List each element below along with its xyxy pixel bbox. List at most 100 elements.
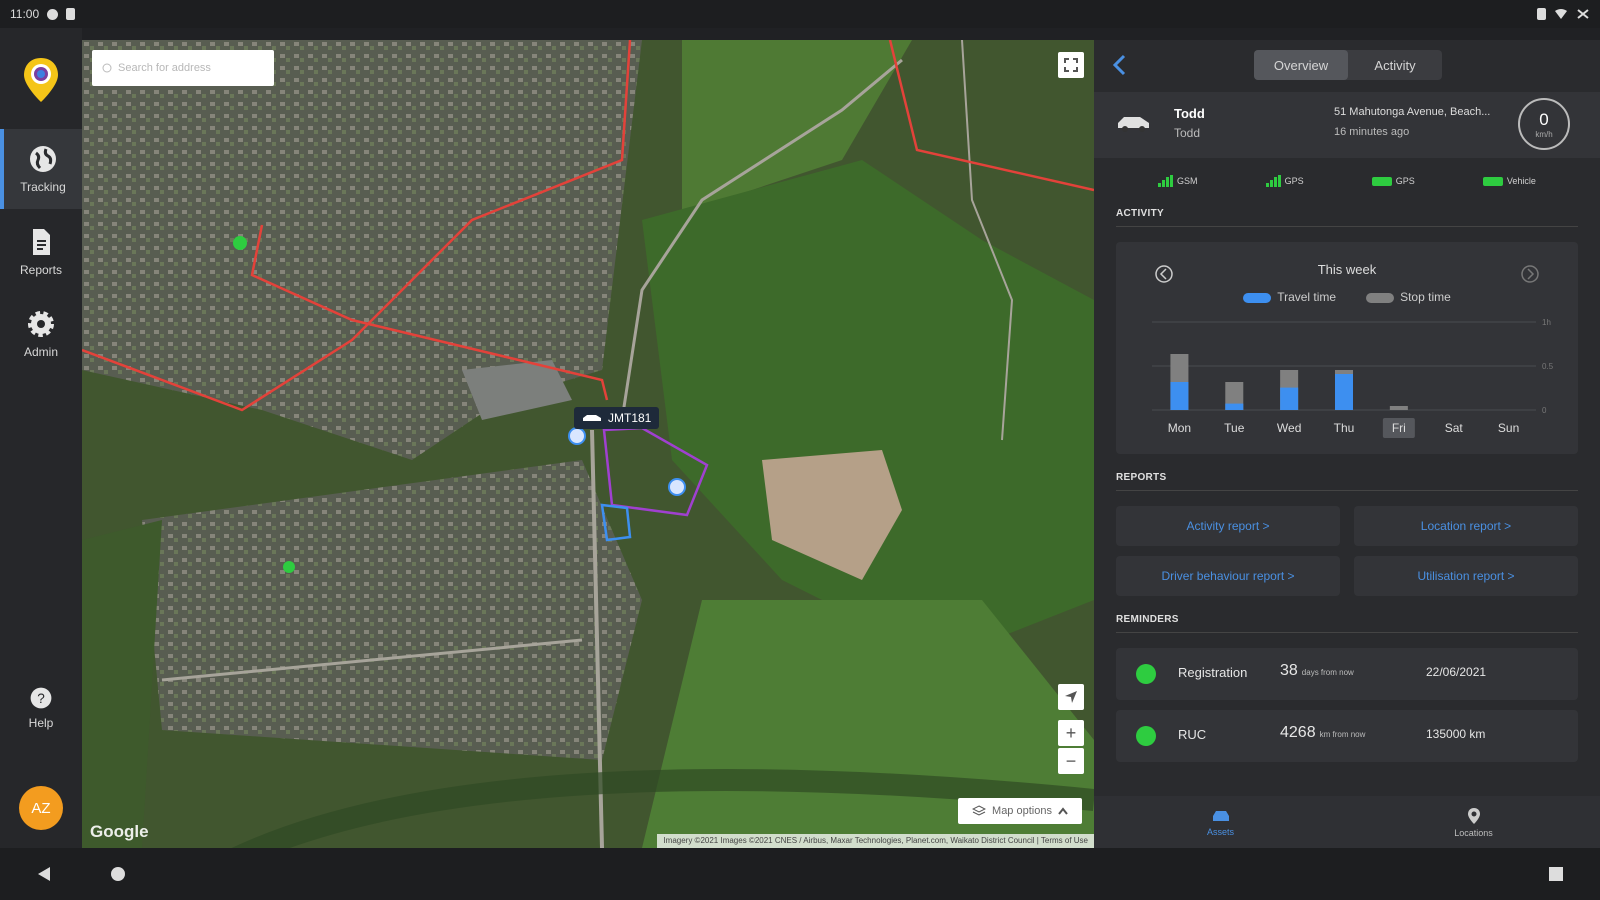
tab-assets-label: Assets <box>1206 826 1234 837</box>
back-button[interactable] <box>1112 52 1126 83</box>
location-pin-icon <box>1467 807 1480 824</box>
rail-item-reports[interactable]: Reports <box>0 212 82 292</box>
activity-report-button[interactable]: Activity report > <box>1116 506 1340 546</box>
next-week-icon[interactable] <box>1520 264 1540 284</box>
search-icon <box>102 63 112 73</box>
chart-x-tick[interactable]: Sun <box>1498 421 1519 435</box>
navigation-arrow-icon <box>1065 691 1077 703</box>
chart-x-tick[interactable]: Mon <box>1168 421 1191 435</box>
overview-activity-toggle: Overview Activity <box>1254 50 1442 80</box>
my-location-button[interactable] <box>1058 684 1084 710</box>
vehicle-summary[interactable]: Todd Todd 51 Mahutonga Avenue, Beach... … <box>1094 92 1600 158</box>
reminder-due: 22/06/2021 <box>1426 665 1487 679</box>
vehicle-name: Todd <box>1174 106 1205 121</box>
chart-x-tick[interactable]: Sat <box>1445 421 1464 435</box>
vehicle-icon <box>1118 117 1149 132</box>
map-attribution[interactable]: Imagery ©2021 Images ©2021 CNES / Airbus… <box>657 834 1094 848</box>
tab-activity[interactable]: Activity <box>1348 50 1442 80</box>
check-circle-icon <box>1136 664 1156 684</box>
speed-gauge: 0 km/h <box>1518 98 1570 150</box>
battery-vehicle: Vehicle <box>1482 176 1536 186</box>
tab-locations[interactable]: Locations <box>1347 796 1600 848</box>
map-options-button[interactable]: Map options <box>958 798 1082 824</box>
zoom-out-button[interactable]: − <box>1058 748 1084 774</box>
reminder-amount-value: 4268 <box>1280 724 1316 741</box>
utilisation-report-button[interactable]: Utilisation report > <box>1354 556 1578 596</box>
weekly-activity-card: This week Travel time Stop time 1h 0.5 0 Mo… <box>1116 242 1578 454</box>
rail-label-admin: Admin <box>23 345 58 359</box>
chart-bar-travel <box>1225 403 1244 410</box>
user-avatar[interactable]: AZ <box>19 786 63 830</box>
battery-gps-label: GPS <box>1395 176 1415 186</box>
tab-locations-label: Locations <box>1454 827 1493 838</box>
vehicle-map-label: JMT181 <box>608 411 652 425</box>
battery-gps: GPS <box>1371 176 1415 186</box>
activity-section-title: ACTIVITY <box>1116 208 1164 219</box>
chart-bar-travel <box>1280 387 1299 410</box>
wifi-icon <box>1555 9 1567 19</box>
globe-icon <box>30 146 56 172</box>
chart-x-tick[interactable]: Fri <box>1392 421 1406 435</box>
location-report-button[interactable]: Location report > <box>1354 506 1578 546</box>
reminder-due: 135000 km <box>1426 727 1486 741</box>
chart-y-tick: 0 <box>1542 406 1547 415</box>
vehicle-address: 51 Mahutonga Avenue, Beach... <box>1334 106 1491 118</box>
document-icon <box>33 229 50 255</box>
chart-x-tick[interactable]: Thu <box>1334 421 1355 435</box>
zoom-in-button[interactable]: + <box>1058 720 1084 746</box>
reminder-amount-value: 38 <box>1280 662 1298 679</box>
reminder-ruc[interactable]: RUC 4268 km from now 135000 km <box>1116 710 1578 762</box>
back-nav-icon[interactable] <box>36 866 52 882</box>
weekly-activity-chart: 1h 0.5 0 Mon Tue Wed Thu Fri Sat Sun <box>1152 318 1554 438</box>
speed-unit: km/h <box>1535 129 1553 139</box>
week-title: This week <box>1317 262 1377 277</box>
speed-value: 0 <box>1539 109 1549 129</box>
tab-overview[interactable]: Overview <box>1254 50 1348 80</box>
chart-legend: Travel time Stop time <box>1116 290 1578 304</box>
battery-vehicle-label: Vehicle <box>1506 176 1536 186</box>
help-icon: ? <box>30 687 52 709</box>
fullscreen-button[interactable] <box>1058 52 1084 78</box>
reminder-amount: 4268 km from now <box>1280 724 1365 742</box>
map-options-label: Map options <box>992 805 1052 817</box>
navigation-rail: Tracking Reports Admin ? Help AZ <box>0 28 82 848</box>
reminder-registration[interactable]: Registration 38 days from now 22/06/2021 <box>1116 648 1578 700</box>
chart-x-tick[interactable]: Tue <box>1224 421 1245 435</box>
signal-gsm-label: GSM <box>1177 176 1198 186</box>
device-signals: GSM GPS GPS Vehicle <box>1094 166 1600 196</box>
check-circle-icon <box>1136 726 1156 746</box>
status-bar: 11:00 <box>0 0 1600 28</box>
rail-label-tracking: Tracking <box>20 180 66 194</box>
divider <box>1116 226 1578 227</box>
rail-item-tracking[interactable]: Tracking <box>0 129 82 209</box>
home-nav-icon[interactable] <box>110 866 126 882</box>
divider <box>1116 632 1578 633</box>
legend-stop-label: Stop time <box>1400 290 1451 304</box>
satellite-map-imagery <box>82 40 1094 848</box>
signal-off-icon <box>1577 9 1589 19</box>
vehicle-map-marker[interactable]: JMT181 <box>574 407 660 429</box>
driver-behaviour-report-button[interactable]: Driver behaviour report > <box>1116 556 1340 596</box>
status-time: 11:00 <box>10 7 40 21</box>
car-icon <box>1212 810 1229 821</box>
battery-icon <box>1482 176 1503 186</box>
address-search-input[interactable]: Search for address <box>92 50 274 86</box>
chart-y-tick: 1h <box>1542 318 1551 327</box>
chevron-up-icon <box>1058 807 1068 815</box>
tab-assets[interactable]: Assets <box>1094 796 1347 848</box>
rail-label-help: Help <box>28 716 54 730</box>
map-view[interactable]: Search for address JMT181 + − Map option… <box>82 40 1094 848</box>
legend-swatch-travel <box>1243 292 1272 303</box>
signal-bars-icon <box>1158 175 1174 187</box>
chart-y-tick: 0.5 <box>1542 362 1554 371</box>
sim-icon <box>66 8 76 20</box>
legend-swatch-stop <box>1366 292 1395 303</box>
panel-header: Overview Activity <box>1094 40 1600 92</box>
chart-x-tick[interactable]: Wed <box>1277 421 1301 435</box>
rail-item-help[interactable]: ? Help <box>0 668 82 748</box>
divider <box>1116 490 1578 491</box>
recents-nav-icon[interactable] <box>1548 866 1564 882</box>
notification-icon <box>47 8 59 20</box>
rail-item-admin[interactable]: Admin <box>0 294 82 374</box>
vehicle-driver: Todd <box>1174 126 1201 140</box>
